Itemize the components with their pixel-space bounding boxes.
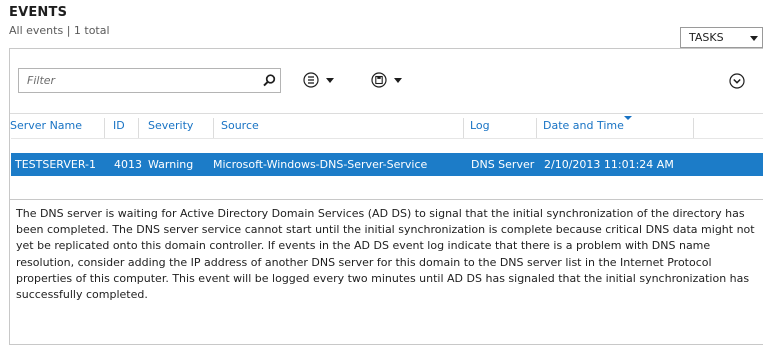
column-separator[interactable] (463, 118, 464, 138)
collapse-circle-icon[interactable] (729, 73, 745, 89)
list-options-button[interactable] (303, 71, 341, 89)
filter-box (18, 68, 281, 93)
search-icon[interactable] (261, 73, 277, 89)
column-header-severity[interactable]: Severity (148, 119, 193, 137)
cell-server-name: TESTSERVER-1 (15, 158, 96, 171)
column-separator[interactable] (104, 118, 105, 138)
cell-date-time: 2/10/2013 11:01:24 AM (544, 158, 674, 171)
save-query-button[interactable] (371, 71, 409, 89)
column-separator[interactable] (693, 118, 694, 138)
column-separator[interactable] (536, 118, 537, 138)
cell-source: Microsoft-Windows-DNS-Server-Service (213, 158, 428, 171)
tasks-dropdown-button[interactable]: TASKS (680, 27, 763, 48)
sort-descending-icon (624, 116, 632, 120)
column-header-server-name[interactable]: Server Name (10, 119, 82, 137)
toolbar (10, 49, 763, 114)
events-panel: Server Name ID Severity Source Log Date … (9, 48, 763, 345)
column-header-source[interactable]: Source (221, 119, 259, 137)
tasks-label: TASKS (689, 31, 724, 44)
column-separator[interactable] (213, 118, 214, 138)
cell-severity: Warning (148, 158, 194, 171)
detail-divider (10, 199, 763, 200)
filter-input[interactable] (20, 70, 250, 91)
table-row[interactable]: TESTSERVER-1 4013 Warning Microsoft-Wind… (11, 153, 763, 176)
event-detail-message: The DNS server is waiting for Active Dir… (16, 207, 755, 302)
column-header-log[interactable]: Log (470, 119, 490, 137)
cell-log: DNS Server (471, 158, 535, 171)
column-header-date-time[interactable]: Date and Time (543, 119, 624, 137)
column-separator[interactable] (138, 118, 139, 138)
page-title: EVENTS (9, 5, 68, 20)
events-header: EVENTS All events | 1 total TASKS (0, 0, 763, 50)
events-count: All events | 1 total (9, 24, 110, 37)
chevron-down-icon (750, 36, 758, 41)
column-header-id[interactable]: ID (113, 119, 125, 137)
cell-id: 4013 (114, 158, 142, 171)
header-divider (11, 138, 763, 139)
